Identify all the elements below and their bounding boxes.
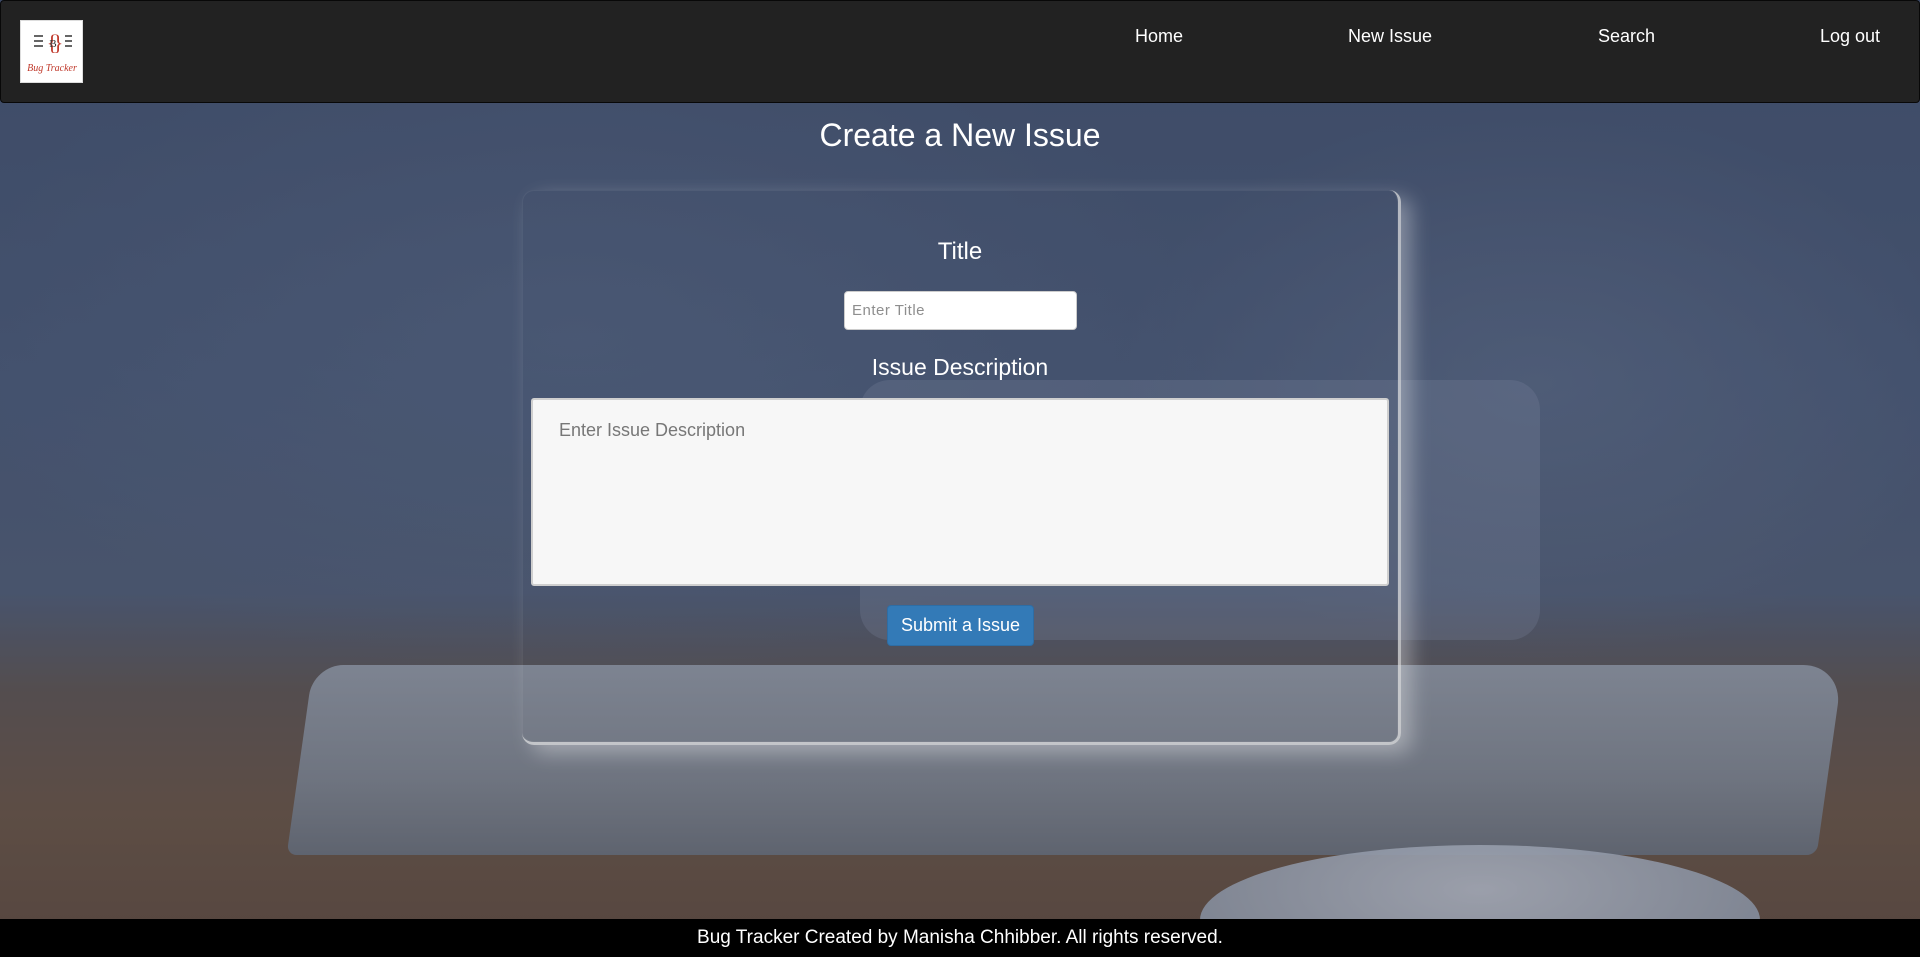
bug-icon: { } B Bug Tracker [27,30,77,74]
title-input[interactable] [844,291,1077,330]
svg-text:Bug Tracker: Bug Tracker [27,63,77,74]
svg-text:B: B [49,38,56,50]
description-label: Issue Description [871,354,1049,380]
navbar: { } B Bug Tracker Home New Issue Search … [0,0,1920,103]
description-textarea[interactable] [531,398,1389,586]
nav-search[interactable]: Search [1598,26,1655,47]
page-title: Create a New Issue [819,117,1101,153]
nav-new-issue[interactable]: New Issue [1348,26,1432,47]
footer-text: Bug Tracker Created by Manisha Chhibber.… [697,927,1223,948]
nav-home[interactable]: Home [1135,26,1183,47]
submit-issue-button[interactable]: Submit a Issue [887,605,1034,646]
footer: Bug Tracker Created by Manisha Chhibber.… [0,919,1920,957]
title-label: Title [937,238,983,265]
nav-log-out[interactable]: Log out [1820,26,1880,47]
bug-tracker-logo[interactable]: { } B Bug Tracker [20,20,83,83]
